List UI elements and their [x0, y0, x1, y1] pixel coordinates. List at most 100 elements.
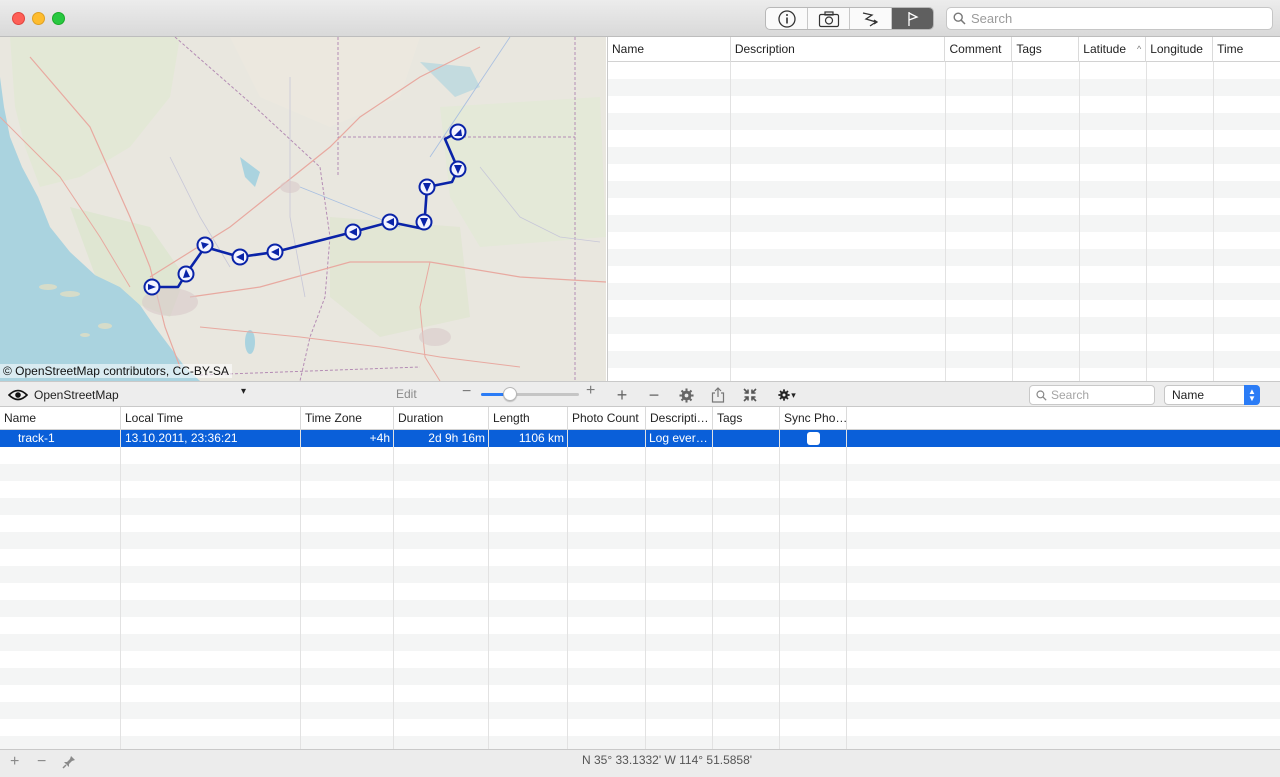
edit-button[interactable]: Edit [396, 387, 417, 401]
flag-icon [907, 11, 919, 26]
column-header-tags[interactable]: Tags [713, 407, 780, 430]
track-marker[interactable] [449, 160, 467, 178]
empty-row [0, 719, 1280, 736]
track-marker[interactable] [231, 248, 249, 266]
empty-row [0, 600, 1280, 617]
empty-row [608, 147, 1280, 164]
track-marker[interactable] [266, 243, 284, 261]
column-header-length[interactable]: Length [489, 407, 568, 430]
minimize-window-button[interactable] [32, 12, 45, 25]
empty-row [0, 464, 1280, 481]
track-length: 1106 km [518, 431, 564, 445]
column-header-description[interactable]: Descripti… [646, 407, 713, 430]
chevron-down-icon: ▾ [240, 386, 246, 397]
fit-map-button[interactable] [740, 385, 760, 405]
waypoints-table-header: Name Description Comment Tags Latitude ^… [608, 37, 1280, 62]
eye-icon [8, 389, 28, 400]
status-bar: + − N 35° 33.1332' W 114° 51.5858' [0, 749, 1280, 777]
tracks-tab-button[interactable] [850, 8, 892, 29]
sort-by-select[interactable]: Name ▲ ▼ [1164, 385, 1260, 405]
search-icon [953, 12, 966, 25]
search-input[interactable] [971, 11, 1261, 26]
track-marker[interactable] [449, 123, 467, 141]
column-header-longitude[interactable]: Longitude [1146, 37, 1214, 62]
empty-row [608, 232, 1280, 249]
map-layer-select[interactable]: OpenStreetMap ▾ [8, 385, 248, 404]
empty-row [608, 368, 1280, 381]
column-header-photo-count[interactable]: Photo Count [568, 407, 646, 430]
track-marker[interactable] [177, 265, 195, 283]
empty-row [0, 583, 1280, 600]
photos-tab-button[interactable] [808, 8, 850, 29]
map-canvas[interactable] [0, 37, 606, 381]
column-header-comment[interactable]: Comment [945, 37, 1013, 62]
empty-row [608, 266, 1280, 283]
empty-row [0, 617, 1280, 634]
select-stepper-icon: ▲ ▼ [1244, 385, 1260, 405]
track-search-field[interactable] [1029, 385, 1155, 405]
empty-row [0, 515, 1280, 532]
add-track-button[interactable]: + [10, 753, 19, 771]
sync-photos-checkbox[interactable] [807, 432, 820, 445]
column-header-local-time[interactable]: Local Time [121, 407, 301, 430]
track-photo-count [568, 430, 642, 447]
zoom-slider[interactable] [481, 387, 579, 401]
track-icon [862, 11, 878, 27]
share-button[interactable] [708, 385, 728, 405]
empty-row [0, 532, 1280, 549]
pin-icon [62, 756, 75, 769]
empty-row [0, 736, 1280, 749]
cursor-coordinates: N 35° 33.1332' W 114° 51.5858' [582, 753, 753, 767]
empty-row [608, 181, 1280, 198]
track-marker[interactable] [344, 223, 362, 241]
pin-button[interactable] [62, 755, 76, 774]
tracks-table[interactable]: Name Local Time Time Zone Duration Lengt… [0, 407, 1280, 749]
zoom-in-button[interactable]: + [586, 382, 595, 400]
search-field[interactable] [946, 7, 1273, 30]
tracks-table-body: track-1 13.10.2011, 23:36:21 +4h 2d 9h 1… [0, 430, 1280, 749]
gear-icon [678, 387, 694, 403]
close-window-button[interactable] [12, 12, 25, 25]
chevron-down-icon: ▾ [791, 389, 796, 400]
map-attribution[interactable]: © OpenStreetMap contributors, CC-BY-SA [0, 364, 232, 378]
zoom-slider-knob[interactable] [503, 387, 518, 401]
settings-button[interactable] [676, 385, 696, 405]
column-header-sync-photos[interactable]: Sync Pho… [780, 407, 847, 430]
track-search-input[interactable] [1051, 388, 1151, 402]
column-header-latitude[interactable]: Latitude ^ [1079, 37, 1147, 62]
column-header-time[interactable]: Time [1213, 37, 1280, 62]
shrink-arrows-icon [743, 388, 757, 402]
empty-row [0, 634, 1280, 651]
track-marker[interactable] [196, 236, 214, 254]
action-menu-button[interactable]: ▾ [774, 385, 800, 405]
column-header-name[interactable]: Name [0, 407, 121, 430]
column-header-name[interactable]: Name [608, 37, 731, 62]
map-toolbar: OpenStreetMap ▾ Edit − + + − ▾ Search Na… [0, 381, 1280, 407]
track-marker[interactable] [143, 278, 161, 296]
track-name: track-1 [18, 431, 55, 445]
empty-row [608, 113, 1280, 130]
empty-row [0, 549, 1280, 566]
empty-row [0, 668, 1280, 685]
remove-button[interactable]: − [644, 385, 664, 405]
share-icon [711, 387, 725, 403]
track-marker[interactable] [415, 213, 433, 231]
table-row[interactable]: track-1 13.10.2011, 23:36:21 +4h 2d 9h 1… [0, 430, 1280, 447]
info-tab-button[interactable] [766, 8, 808, 29]
waypoints-table[interactable]: Name Description Comment Tags Latitude ^… [607, 37, 1280, 381]
track-marker[interactable] [418, 178, 436, 196]
column-header-time-zone[interactable]: Time Zone [301, 407, 394, 430]
column-header-description[interactable]: Description [731, 37, 946, 62]
map-view[interactable]: © OpenStreetMap contributors, CC-BY-SA [0, 37, 606, 381]
column-header-tags[interactable]: Tags [1012, 37, 1080, 62]
zoom-out-button[interactable]: − [462, 383, 471, 401]
camera-icon [818, 10, 839, 27]
empty-row [0, 481, 1280, 498]
column-header-duration[interactable]: Duration [394, 407, 489, 430]
waypoints-tab-button[interactable] [892, 8, 933, 29]
add-button[interactable]: + [612, 385, 632, 405]
remove-track-button[interactable]: − [37, 753, 46, 771]
zoom-window-button[interactable] [52, 12, 65, 25]
track-marker[interactable] [381, 213, 399, 231]
empty-row [0, 447, 1280, 464]
